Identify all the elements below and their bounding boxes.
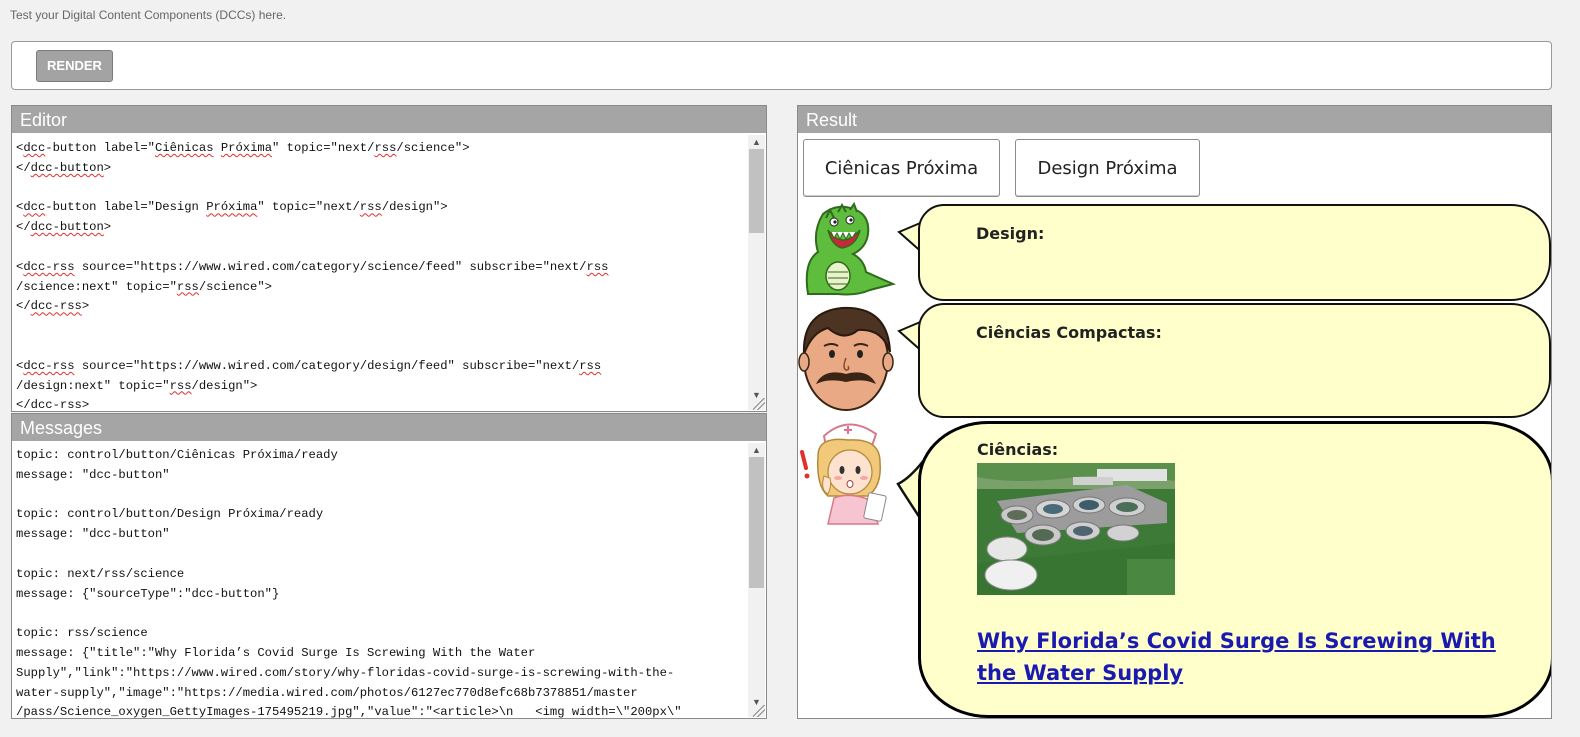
editor-code-token: rss bbox=[374, 141, 397, 155]
science-bubble: Ciências: Why Florida’s Covid Surge Is S… bbox=[918, 421, 1551, 718]
message-line: water-supply","image":"https://media.wir… bbox=[16, 685, 638, 700]
editor-code-token: </ bbox=[16, 299, 31, 314]
editor-line: /science:next" topic="rss/science"> bbox=[16, 278, 746, 298]
design-bubble: Design: bbox=[918, 204, 1551, 301]
editor-code-token: dcc-rss bbox=[23, 259, 75, 274]
editor-code-token: dcc bbox=[23, 141, 46, 155]
editor-code-token: source="https://www.wired.com/category/s… bbox=[74, 259, 587, 274]
editor-code-token: > bbox=[103, 160, 112, 175]
editor-code-token: dcc-rss bbox=[30, 398, 82, 411]
result-title: Result bbox=[798, 106, 1551, 133]
messages-panel: Messages topic: control/button/Ciênicas … bbox=[11, 413, 767, 719]
editor-code-token: rss bbox=[169, 378, 192, 393]
message-line: message: {"sourceType":"dcc-button"} bbox=[16, 586, 280, 601]
message-line: Supply","link":"https://www.wired.com/st… bbox=[16, 665, 675, 680]
editor-line: </dcc-button> bbox=[16, 218, 746, 238]
editor-line: <dcc-button label="Ciênicas Próxima" top… bbox=[16, 139, 746, 159]
message-line: topic: control/button/Design Próxima/rea… bbox=[16, 507, 324, 522]
editor-code-token: dcc-button bbox=[30, 220, 104, 235]
mustache-man-icon bbox=[798, 306, 894, 411]
messages-scrollbar[interactable]: ▲ ▼ bbox=[748, 443, 765, 717]
editor-code-token: " topic="next/ bbox=[272, 141, 375, 155]
message-line: message: "dcc-button" bbox=[16, 527, 170, 542]
message-line: message: {"title":"Why Florida’s Covid S… bbox=[16, 645, 536, 660]
resize-handle-icon[interactable] bbox=[753, 398, 765, 410]
news-article-link[interactable]: Why Florida’s Covid Surge Is Screwing Wi… bbox=[977, 625, 1531, 689]
message-line bbox=[16, 486, 746, 506]
message-line: topic: rss/science bbox=[16, 626, 148, 641]
editor-scrollbar[interactable]: ▲ ▼ bbox=[748, 135, 765, 410]
message-line: topic: control/button/Ciênicas Próxima/r… bbox=[16, 448, 338, 462]
editor-line: </dcc-rss> bbox=[16, 297, 746, 317]
scroll-up-arrow-icon[interactable]: ▲ bbox=[748, 443, 765, 457]
science-bubble-title: Ciências: bbox=[977, 440, 1059, 459]
editor-code-token: -button label=" bbox=[45, 141, 155, 155]
editor-line: <dcc-button label="Design Próxima" topic… bbox=[16, 198, 746, 218]
editor-code-token: rss bbox=[579, 358, 602, 373]
editor-code-token: </ bbox=[16, 398, 31, 411]
editor-code-token: /design"> bbox=[191, 378, 258, 393]
nurse-icon bbox=[800, 423, 887, 525]
editor-code-token: Próxima bbox=[206, 200, 258, 215]
editor-code-token: dcc bbox=[23, 200, 46, 215]
science-next-button[interactable]: Ciênicas Próxima bbox=[803, 139, 1000, 197]
editor-title: Editor bbox=[12, 106, 766, 133]
editor-code-token: </ bbox=[16, 220, 31, 235]
result-panel: Result Ciênicas Próxima Design Próxima D… bbox=[797, 105, 1552, 719]
editor-code-token: > bbox=[103, 220, 112, 235]
editor-line: </dcc-rss> bbox=[16, 396, 746, 411]
message-line: topic: next/rss/science bbox=[16, 566, 185, 581]
editor-code-token: source="https://www.wired.com/category/d… bbox=[74, 358, 580, 373]
editor-code-token: /science:next" topic=" bbox=[16, 279, 177, 294]
resize-handle-icon[interactable] bbox=[753, 705, 765, 717]
editor-code-token: dcc-button bbox=[30, 160, 104, 175]
editor-scroll-thumb[interactable] bbox=[749, 149, 764, 233]
toolbar: RENDER bbox=[11, 41, 1552, 90]
message-line bbox=[16, 545, 746, 565]
editor-code-token: /design:next" topic=" bbox=[16, 378, 170, 393]
editor-code-token: rss bbox=[176, 279, 199, 294]
editor-code-token: dcc-rss bbox=[30, 299, 82, 314]
messages-textarea[interactable]: topic: control/button/Ciênicas Próxima/r… bbox=[16, 446, 746, 718]
editor-code-token: rss bbox=[359, 200, 382, 215]
editor-code-token: > bbox=[81, 398, 90, 411]
editor-line: /design:next" topic="rss/design"> bbox=[16, 377, 746, 397]
editor-line: </dcc-button> bbox=[16, 159, 746, 179]
dinosaur-icon bbox=[805, 202, 897, 296]
science-compact-bubble: Ciências Compactas: bbox=[918, 303, 1551, 418]
editor-code-token: dcc-rss bbox=[23, 358, 75, 373]
message-line: message: "dcc-button" bbox=[16, 467, 170, 482]
render-button[interactable]: RENDER bbox=[36, 50, 113, 82]
editor-code-token: rss bbox=[586, 259, 609, 274]
editor-code-token: Próxima bbox=[220, 141, 273, 155]
editor-code-token: Ciênicas bbox=[155, 141, 214, 155]
editor-code-token bbox=[214, 141, 221, 155]
intro-text: Test your Digital Content Components (DC… bbox=[10, 8, 287, 22]
editor-code-token: </ bbox=[16, 160, 31, 175]
editor-code-token: -button label="Design bbox=[45, 200, 207, 215]
scroll-up-arrow-icon[interactable]: ▲ bbox=[748, 135, 765, 149]
design-next-button[interactable]: Design Próxima bbox=[1015, 139, 1200, 197]
messages-title: Messages bbox=[12, 414, 766, 441]
editor-code-token: /science"> bbox=[198, 279, 272, 294]
editor-line: <dcc-rss source="https://www.wired.com/c… bbox=[16, 258, 746, 278]
message-line: /pass/Science_oxygen_GettyImages-1754952… bbox=[16, 705, 682, 718]
editor-line: <dcc-rss source="https://www.wired.com/c… bbox=[16, 357, 746, 377]
editor-panel: Editor <dcc-button label="Ciênicas Próxi… bbox=[11, 105, 767, 412]
design-bubble-title: Design: bbox=[976, 224, 1045, 243]
messages-scroll-thumb[interactable] bbox=[749, 457, 764, 588]
editor-code-token: /design"> bbox=[381, 200, 448, 215]
editor-code-token: " topic="next/ bbox=[257, 200, 360, 215]
message-line bbox=[16, 604, 746, 624]
editor-code-token: > bbox=[81, 299, 90, 314]
science-compact-bubble-title: Ciências Compactas: bbox=[976, 323, 1162, 342]
editor-textarea[interactable]: <dcc-button label="Ciênicas Próxima" top… bbox=[16, 139, 746, 411]
editor-code-token: /science"> bbox=[396, 141, 470, 155]
water-treatment-plant-photo[interactable] bbox=[977, 463, 1175, 595]
